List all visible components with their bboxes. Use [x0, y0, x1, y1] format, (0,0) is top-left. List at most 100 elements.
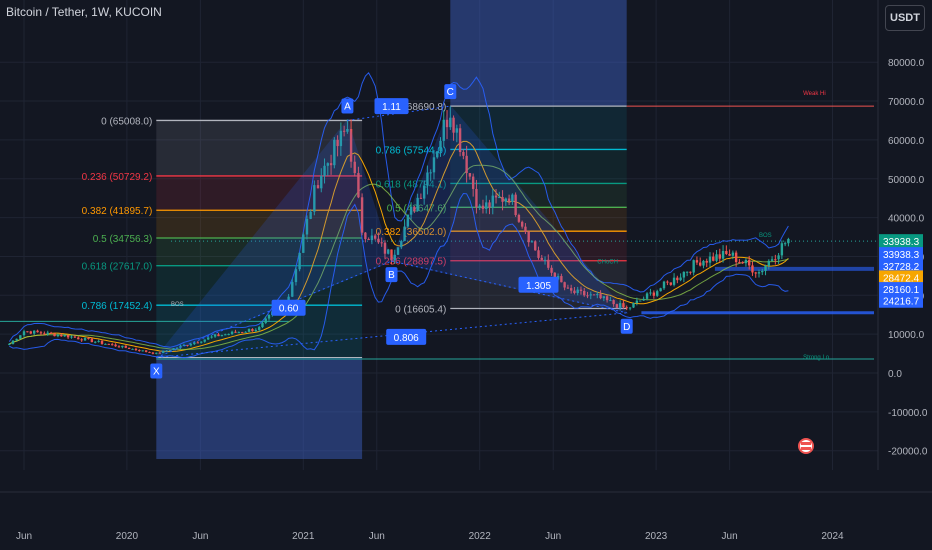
- fib-level-label: 0.618 (27617.0): [82, 262, 153, 273]
- candle-body: [718, 254, 721, 259]
- candle-body: [744, 259, 748, 264]
- ratio-label: 0.60: [279, 304, 299, 315]
- candle-body: [689, 271, 692, 273]
- candle-body: [111, 344, 114, 346]
- candle-body: [682, 271, 686, 278]
- candle-body: [213, 334, 217, 337]
- fib-level-label: 0.382 (41895.7): [82, 206, 153, 217]
- y-tick-label: 60000.0: [888, 136, 925, 147]
- candle-body: [49, 332, 53, 334]
- candle-body: [656, 291, 659, 296]
- candle-body: [73, 336, 77, 338]
- x-tick-label: Jun: [16, 531, 32, 542]
- candle-body: [628, 307, 632, 309]
- ratio-label: 1.11: [382, 102, 401, 113]
- candle-body: [29, 331, 32, 334]
- candle-body: [8, 343, 11, 345]
- candle-body: [738, 262, 741, 264]
- flag-icon: [798, 438, 814, 454]
- candle-body: [639, 300, 642, 302]
- candle-body: [622, 303, 625, 308]
- candle-body: [134, 348, 138, 351]
- price-badge-value: 24216.7: [883, 297, 920, 308]
- y-tick-label: -20000.0: [888, 447, 928, 458]
- ratio-label: 1.305: [526, 281, 551, 292]
- candle-body: [645, 293, 649, 299]
- y-tick-label: 0.0: [888, 369, 902, 380]
- x-tick-label: 2023: [645, 531, 668, 542]
- pattern-point-label: B: [388, 270, 395, 281]
- y-tick-label: 40000.0: [888, 214, 925, 225]
- fib-level-label: 0.786 (17452.4): [82, 301, 153, 312]
- candle-body: [757, 272, 761, 274]
- candle-body: [206, 337, 210, 340]
- candle-body: [712, 256, 715, 261]
- y-tick-label: 50000.0: [888, 175, 925, 186]
- candle-body: [652, 292, 656, 296]
- candle-body: [227, 333, 230, 335]
- candle-body: [117, 346, 121, 348]
- x-tick-label: Jun: [545, 531, 561, 542]
- annotation-label: CHoCH: [597, 259, 618, 265]
- currency-button[interactable]: USDT: [885, 5, 925, 31]
- candle-body: [32, 330, 36, 334]
- candle-body: [258, 327, 261, 330]
- candle-body: [699, 262, 702, 266]
- candle-body: [787, 238, 790, 244]
- candle-body: [196, 342, 200, 344]
- candle-body: [15, 338, 18, 341]
- price-chart[interactable]: 0 (65008.0) 0.236 (50729.2) 0.382 (41895.7…: [0, 0, 932, 550]
- fib-level-label: 0.5 (34756.3): [93, 234, 153, 245]
- candle-body: [114, 344, 117, 347]
- annotation-label: Weak Hi: [803, 91, 826, 97]
- candle-body: [734, 252, 738, 263]
- candle-body: [695, 260, 699, 263]
- candle-body: [80, 339, 83, 341]
- candle-body: [692, 260, 695, 273]
- candle-body: [777, 255, 780, 260]
- candle-body: [774, 259, 777, 261]
- candle-body: [70, 336, 73, 338]
- pattern-point-label: A: [344, 101, 351, 112]
- candle-body: [702, 260, 705, 266]
- candle-body: [203, 339, 206, 342]
- candle-body: [26, 331, 29, 333]
- candle-body: [783, 243, 787, 245]
- candle-body: [267, 314, 271, 319]
- candle-body: [625, 307, 628, 309]
- candle-body: [127, 347, 131, 349]
- time-range-band: [450, 0, 627, 107]
- candle-body: [264, 318, 267, 323]
- x-tick-label: Jun: [192, 531, 208, 542]
- candle-body: [155, 352, 158, 354]
- candle-body: [144, 350, 148, 352]
- x-tick-label: Jun: [722, 531, 738, 542]
- candle-body: [22, 331, 26, 336]
- candle-body: [728, 253, 731, 256]
- candle-body: [46, 332, 49, 335]
- candle-body: [121, 345, 124, 348]
- candle-body: [94, 341, 97, 343]
- candle-body: [11, 340, 15, 344]
- candle-body: [244, 331, 247, 333]
- y-tick-label: -10000.0: [888, 408, 928, 419]
- candle-body: [635, 300, 639, 304]
- candle-body: [124, 345, 127, 348]
- price-badge-value: 33938.3: [883, 237, 920, 248]
- candle-body: [66, 335, 70, 338]
- candle-body: [36, 330, 39, 333]
- candle-body: [148, 351, 151, 353]
- candle-body: [251, 329, 254, 332]
- candle-body: [662, 281, 666, 289]
- candle-body: [131, 348, 134, 350]
- candle-body: [241, 332, 244, 334]
- candle-body: [780, 243, 784, 256]
- candle-body: [217, 334, 220, 337]
- candle-body: [632, 303, 635, 308]
- candle-body: [761, 270, 764, 273]
- time-range-band: [156, 357, 363, 459]
- candle-body: [237, 332, 241, 334]
- x-tick-label: 2021: [292, 531, 315, 542]
- candle-body: [751, 265, 754, 273]
- candle-body: [666, 281, 669, 283]
